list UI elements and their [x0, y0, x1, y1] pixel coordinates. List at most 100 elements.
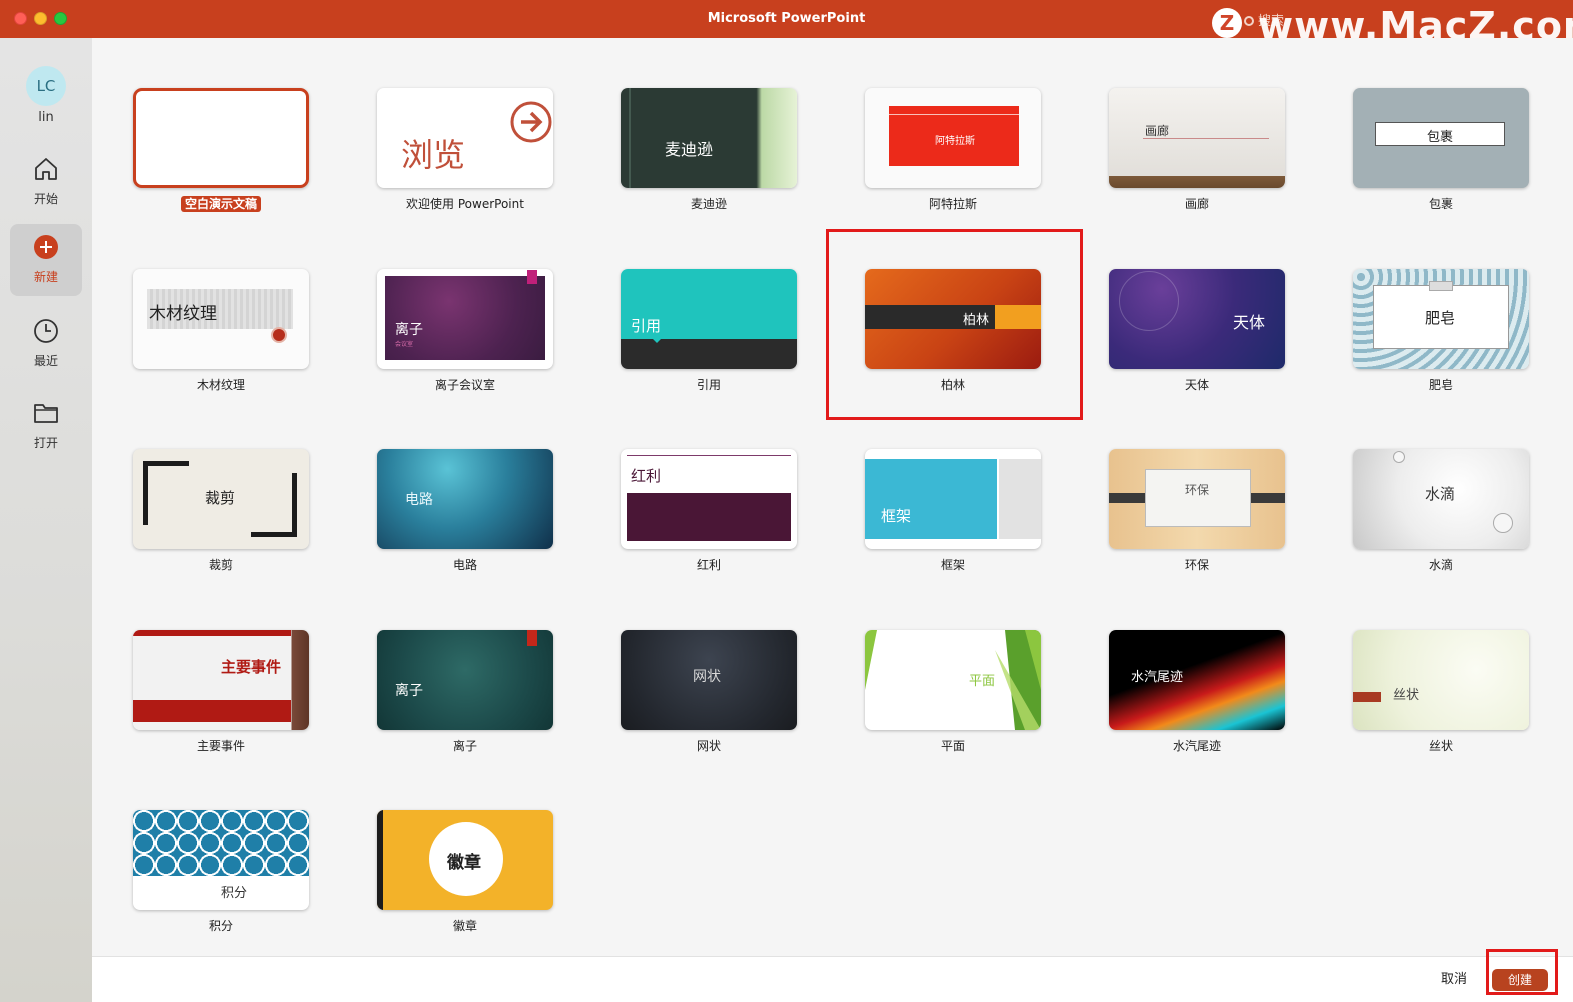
thumb-text: 画廊 [1145, 124, 1170, 138]
template-thumbnail: 木材纹理 [133, 269, 309, 369]
template-name: 离子 [452, 739, 477, 753]
template-name: 电路 [452, 558, 477, 572]
template-name: 阿特拉斯 [928, 197, 977, 211]
template-thumbnail: 麦迪逊 [621, 88, 797, 188]
template-main-event[interactable]: 主要事件 主要事件 [133, 630, 311, 753]
template-thumbnail: 平面 [865, 630, 1041, 730]
thumb-text: 肥皂 [1425, 309, 1456, 327]
clock-icon [34, 319, 58, 343]
template-ion[interactable]: 离子 离子 [377, 630, 555, 753]
template-gallery: 空白演示文稿 浏览 欢迎使用 PowerPoint 麦迪逊 麦迪逊 阿特拉斯 阿… [92, 38, 1573, 956]
template-integral[interactable]: 积分 积分 [133, 810, 311, 933]
template-name: 水汽尾迹 [1172, 739, 1221, 753]
thumb-text: 包裹 [1427, 130, 1454, 145]
template-thumbnail: 主要事件 [133, 630, 309, 730]
template-droplet[interactable]: 水滴 水滴 [1353, 449, 1531, 572]
thumb-text: 离子 [395, 322, 423, 338]
template-name: 框架 [940, 558, 965, 572]
template-wood-texture[interactable]: 木材纹理 木材纹理 [133, 269, 311, 392]
template-name: 积分 [208, 919, 233, 933]
template-name: 红利 [696, 558, 721, 572]
template-name: 包裹 [1428, 197, 1453, 211]
template-name: 肥皂 [1428, 378, 1453, 392]
user-name: lin [38, 110, 54, 125]
template-badge[interactable]: 徽章 徽章 [377, 810, 555, 933]
home-icon [35, 158, 57, 180]
template-thumbnail: 水汽尾迹 [1109, 630, 1285, 730]
template-name: 离子会议室 [434, 378, 495, 392]
template-mesh[interactable]: 网状 网状 [621, 630, 799, 753]
template-welcome[interactable]: 浏览 欢迎使用 PowerPoint [377, 88, 555, 211]
template-name: 引用 [696, 378, 721, 392]
template-thumbnail: 引用 [621, 269, 797, 369]
template-thumbnail: 红利 [621, 449, 797, 549]
template-thumbnail: 丝状 [1353, 630, 1529, 730]
watermark-logo: Z [1212, 8, 1242, 38]
avatar[interactable]: LC [26, 66, 66, 106]
thumb-text: 水汽尾迹 [1131, 670, 1184, 685]
thumb-text: 水滴 [1425, 485, 1456, 503]
thumb-text: 主要事件 [221, 658, 282, 676]
template-name: 裁剪 [208, 558, 233, 572]
template-thumbnail: 画廊 [1109, 88, 1285, 188]
template-name: 画廊 [1184, 197, 1209, 211]
template-thumbnail: 阿特拉斯 [865, 88, 1041, 188]
search-icon [1244, 16, 1254, 26]
template-quote[interactable]: 引用 引用 [621, 269, 799, 392]
template-eco[interactable]: 环保 环保 [1109, 449, 1287, 572]
sidebar-item-home[interactable]: 开始 [10, 146, 82, 218]
sidebar-item-recent[interactable]: 最近 [10, 308, 82, 380]
sidebar: LC lin 开始 新建 最近 打开 [0, 38, 92, 1002]
template-soap[interactable]: 肥皂 肥皂 [1353, 269, 1531, 392]
footer-bar: 取消 创建 [92, 956, 1573, 1002]
template-facet[interactable]: 平面 平面 [865, 630, 1043, 753]
template-name: 环保 [1184, 558, 1209, 572]
thumb-text: 引用 [631, 317, 662, 335]
thumb-text: 裁剪 [205, 489, 236, 507]
template-thumbnail: 网状 [621, 630, 797, 730]
template-name: 欢迎使用 PowerPoint [406, 197, 524, 211]
template-thumbnail: 裁剪 [133, 449, 309, 549]
thumb-text: 浏览 [401, 136, 466, 174]
thumb-text: 电路 [405, 492, 433, 508]
sidebar-item-label: 最近 [33, 354, 58, 368]
template-thumbnail [133, 88, 309, 188]
template-name: 网状 [696, 739, 721, 753]
template-vapor-trail[interactable]: 水汽尾迹 水汽尾迹 [1109, 630, 1287, 753]
template-frame[interactable]: 框架 框架 [865, 449, 1043, 572]
template-thumbnail: 浏览 [377, 88, 553, 188]
template-atlas[interactable]: 阿特拉斯 阿特拉斯 [865, 88, 1043, 211]
template-thumbnail: 水滴 [1353, 449, 1529, 549]
template-thumbnail: 离子 [377, 630, 553, 730]
template-madison[interactable]: 麦迪逊 麦迪逊 [621, 88, 799, 211]
template-gallery-theme[interactable]: 画廊 画廊 [1109, 88, 1287, 211]
template-celestial[interactable]: 天体 天体 [1109, 269, 1287, 392]
template-dividend[interactable]: 红利 红利 [621, 449, 799, 572]
thumb-text: 平面 [969, 674, 996, 689]
template-name: 徽章 [452, 919, 477, 933]
template-ion-boardroom[interactable]: 离子 会议室 离子会议室 [377, 269, 555, 392]
template-circuit[interactable]: 电路 电路 [377, 449, 555, 572]
template-blank[interactable]: 空白演示文稿 [133, 88, 311, 212]
template-package[interactable]: 包裹 包裹 [1353, 88, 1531, 211]
arrow-right-circle-icon [510, 101, 552, 143]
sidebar-item-label: 开始 [33, 192, 58, 206]
thumb-text: 丝状 [1393, 688, 1420, 703]
template-crop[interactable]: 裁剪 裁剪 [133, 449, 311, 572]
template-thumbnail: 肥皂 [1353, 269, 1529, 369]
template-name: 平面 [940, 739, 965, 753]
template-wisp[interactable]: 丝状 丝状 [1353, 630, 1531, 753]
thumb-text: 积分 [221, 886, 248, 901]
thumb-text: 徽章 [447, 853, 481, 873]
thumb-text: 阿特拉斯 [935, 136, 975, 147]
thumb-subtext: 会议室 [395, 341, 414, 348]
highlight-box-create [1486, 949, 1558, 995]
highlight-box-berlin [826, 229, 1083, 420]
sidebar-item-open[interactable]: 打开 [10, 390, 82, 462]
template-name: 麦迪逊 [690, 197, 727, 211]
sidebar-item-new[interactable]: 新建 [10, 224, 82, 296]
cancel-button[interactable]: 取消 [1426, 969, 1482, 991]
template-name: 空白演示文稿 [180, 196, 261, 212]
template-thumbnail: 环保 [1109, 449, 1285, 549]
template-name: 木材纹理 [196, 378, 245, 392]
